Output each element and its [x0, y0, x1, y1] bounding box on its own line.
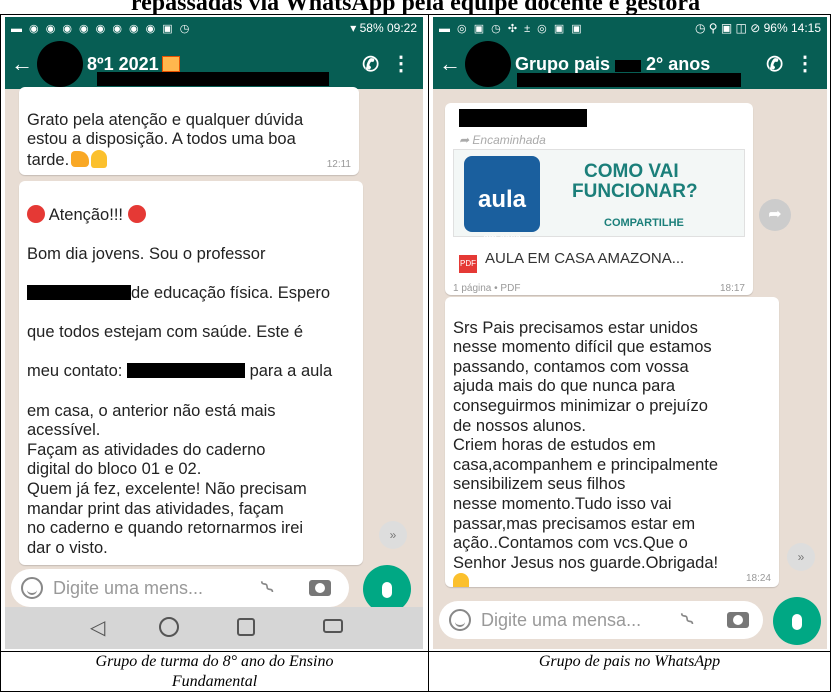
figure-table: ▬ ◉ ◉ ◉ ◉ ◉ ◉ ◉ ◉ ▣ ◷ ▾ 58% 09:22 ← 8º1 … — [0, 14, 831, 692]
voice-record-button[interactable] — [773, 597, 821, 645]
android-nav-bar: ◁ — [5, 607, 423, 649]
back-arrow-icon[interactable]: ← — [9, 51, 35, 77]
caption-parents-group: Grupo de pais no WhatsApp — [538, 653, 721, 670]
emoji-smiley-icon[interactable] — [449, 609, 471, 631]
message-heading-line: Atenção!!! — [27, 204, 355, 226]
aula-em-casa-thumbnail[interactable]: aula em casa AMAZONAS COMO VAI FUNCIONAR… — [453, 149, 745, 276]
praying-hands-emoji-icon — [91, 149, 108, 168]
message-text: Srs Pais precisamos estar unidos nesse m… — [453, 318, 719, 572]
aula-em-casa-logo: aula em casa AMAZONAS — [464, 156, 540, 276]
voice-record-button[interactable] — [363, 565, 411, 613]
chat-header: ← 8º1 2021 ✆ ⋮ — [5, 39, 423, 89]
pdf-file-icon: PDF — [459, 255, 477, 273]
overflow-menu-icon[interactable]: ⋮ — [795, 51, 815, 76]
figure-heading: repassadas via WhatsApp pela equipe doce… — [130, 0, 701, 14]
praying-hands-emoji-icon — [453, 573, 469, 587]
microphone-icon — [792, 614, 802, 630]
scroll-down-button[interactable]: » — [787, 543, 815, 571]
class-group-phone-screen: ▬ ◉ ◉ ◉ ◉ ◉ ◉ ◉ ◉ ▣ ◷ ▾ 58% 09:22 ← 8º1 … — [5, 17, 423, 649]
add-call-icon[interactable]: ✆ — [362, 52, 379, 77]
pdf-filename: AULA EM CASA AMAZONA... — [485, 250, 685, 267]
card-headline-1: COMO VAI — [584, 161, 679, 182]
group-title[interactable]: Grupo pais 2° anos — [515, 54, 710, 75]
battery-status: ▾ 58% — [350, 21, 384, 35]
right-screenshot-cell: ▬ ◎ ▣ ◷ ✣ ± ◎ ▣ ▣ ◷ ⚲ ▣ ◫ ⊘ 96% 14:15 ← … — [429, 15, 830, 651]
scroll-down-button[interactable]: » — [379, 521, 407, 549]
add-call-icon[interactable]: ✆ — [766, 52, 783, 77]
card-headline-2: FUNCIONAR? — [572, 181, 698, 202]
status-time: 09:22 — [386, 21, 417, 35]
flexed-biceps-emoji-icon — [71, 150, 90, 167]
chat-messages: ➦ Encaminhada aula em casa AMAZONAS COMO… — [433, 89, 827, 649]
redacted-participants — [517, 73, 741, 87]
forward-share-icon[interactable]: ➦ — [759, 199, 791, 231]
alert-emoji-icon — [127, 204, 146, 223]
camera-icon[interactable] — [309, 580, 331, 596]
message-line: meu contato: para a aula — [27, 362, 333, 381]
message-time: 18:24 — [745, 573, 771, 584]
message-time: 18:17 — [719, 283, 745, 294]
attach-clip-icon[interactable]: ⌇ — [676, 607, 701, 632]
chat-header: ← Grupo pais 2° anos ✆ ⋮ — [433, 39, 827, 89]
nav-recent-apps-icon[interactable] — [237, 618, 255, 636]
redacted-participants — [97, 72, 329, 86]
redacted-contact — [126, 363, 245, 379]
chat-messages: Grato pela atenção e qualquer dúvida est… — [5, 87, 423, 649]
group-avatar[interactable] — [37, 41, 83, 87]
status-right: ◷ ⚲ ▣ ◫ ⊘ 96% 14:15 — [695, 21, 821, 35]
notification-icons: ▬ ◎ ▣ ◷ ✣ ± ◎ ▣ ▣ — [439, 22, 584, 35]
caption-row: Grupo de turma do 8° ano do Ensino Funda… — [1, 651, 830, 692]
redacted-sender — [459, 109, 587, 127]
message-emoji-line — [453, 573, 771, 587]
message-line: de educação física. Espero — [27, 284, 355, 304]
pdf-meta: 1 página • PDF — [453, 283, 521, 294]
message-line: que todos estejam com saúde. Este é — [27, 323, 304, 342]
pdf-row[interactable]: PDF AULA EM CASA AMAZONA... — [459, 249, 684, 273]
overflow-menu-icon[interactable]: ⋮ — [391, 51, 411, 76]
forwarded-document-bubble[interactable]: ➦ Encaminhada aula em casa AMAZONAS COMO… — [445, 103, 753, 295]
group-avatar[interactable] — [465, 41, 511, 87]
nav-home-icon[interactable] — [159, 617, 179, 637]
parents-group-phone-screen: ▬ ◎ ▣ ◷ ✣ ± ◎ ▣ ▣ ◷ ⚲ ▣ ◫ ⊘ 96% 14:15 ← … — [433, 17, 827, 649]
status-bar: ▬ ◉ ◉ ◉ ◉ ◉ ◉ ◉ ◉ ▣ ◷ ▾ 58% 09:22 — [5, 17, 423, 39]
battery-status: ◷ ⚲ ▣ ◫ ⊘ 96% — [694, 21, 788, 35]
attach-clip-icon[interactable]: ⌇ — [256, 575, 281, 600]
redacted-name — [27, 284, 131, 300]
nav-switch-apps-icon[interactable] — [323, 619, 343, 633]
message-bubble[interactable]: Srs Pais precisamos estar unidos nesse m… — [445, 297, 779, 587]
message-input-bar[interactable]: Digite uma mens... ⌇ — [11, 569, 349, 607]
alert-emoji-icon — [27, 204, 45, 223]
message-input[interactable]: Digite uma mensa... — [481, 610, 641, 631]
status-time: 14:15 — [790, 21, 821, 35]
message-text: Grato pela atenção e qualquer dúvida est… — [27, 110, 304, 169]
notification-icons: ▬ ◉ ◉ ◉ ◉ ◉ ◉ ◉ ◉ ▣ ◷ — [11, 22, 192, 35]
message-bubble[interactable]: Atenção!!! Bom dia jovens. Sou o profess… — [19, 181, 363, 565]
emoji-smiley-icon[interactable] — [21, 577, 43, 599]
message-body: em casa, o anterior não está mais acessí… — [27, 401, 307, 557]
forwarded-label: ➦ Encaminhada — [459, 133, 546, 147]
redacted-title-part — [615, 59, 642, 72]
status-bar: ▬ ◎ ▣ ◷ ✣ ± ◎ ▣ ▣ ◷ ⚲ ▣ ◫ ⊘ 96% 14:15 — [433, 17, 827, 39]
message-line: Bom dia jovens. Sou o professor — [27, 244, 266, 263]
message-time: 12:11 — [326, 159, 351, 170]
message-input-bar[interactable]: Digite uma mensa... ⌇ — [439, 601, 763, 639]
message-input[interactable]: Digite uma mens... — [53, 578, 203, 599]
nav-back-icon[interactable]: ◁ — [90, 615, 105, 640]
camera-icon[interactable] — [727, 612, 749, 628]
caption-class-group: Grupo de turma do 8° ano do Ensino Funda… — [1, 652, 429, 692]
message-bubble[interactable]: Grato pela atenção e qualquer dúvida est… — [19, 87, 359, 175]
microphone-icon — [382, 582, 392, 598]
status-right: ▾ 58% 09:22 — [350, 21, 417, 35]
card-share-label: COMPARTILHE — [604, 217, 684, 229]
memo-emoji-icon — [161, 55, 180, 72]
back-arrow-icon[interactable]: ← — [437, 51, 463, 77]
left-screenshot-cell: ▬ ◉ ◉ ◉ ◉ ◉ ◉ ◉ ◉ ▣ ◷ ▾ 58% 09:22 ← 8º1 … — [1, 15, 429, 651]
